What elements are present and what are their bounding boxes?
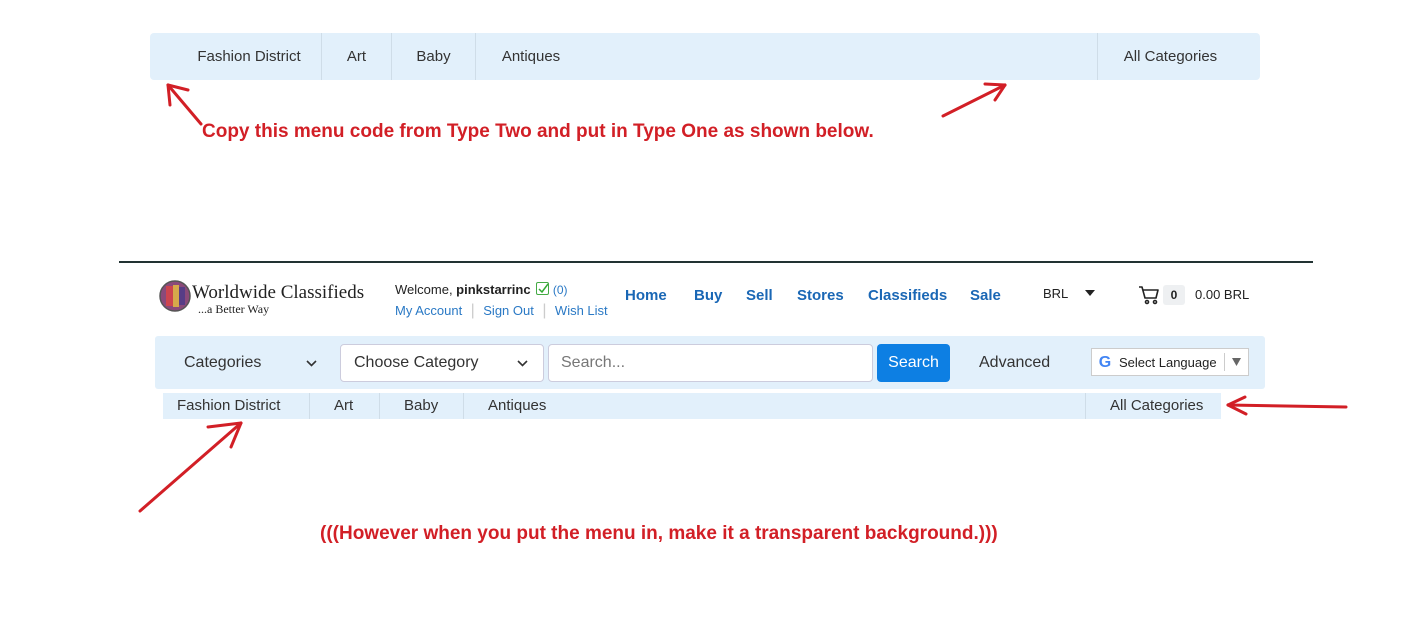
divider (463, 393, 464, 419)
message-count[interactable]: (0) (553, 283, 568, 297)
search-bar: Categories Choose Category Search... Sea… (155, 336, 1265, 389)
annotation-note-top: Copy this menu code from Type Two and pu… (202, 121, 874, 142)
nav-buy[interactable]: Buy (694, 287, 722, 304)
currency-select[interactable]: BRL (1043, 286, 1096, 301)
nav-sale[interactable]: Sale (970, 287, 1001, 304)
divider (1224, 353, 1225, 371)
my-account-link[interactable]: My Account (395, 303, 462, 318)
nav-sell[interactable]: Sell (746, 287, 773, 304)
check-icon (536, 282, 550, 295)
welcome-line: Welcome, pinkstarrinc (0) (395, 281, 568, 297)
top-menu-item-all-categories[interactable]: All Categories (1098, 33, 1243, 80)
nav-home[interactable]: Home (625, 287, 667, 304)
google-icon: G (1098, 354, 1112, 371)
top-menu-item-baby[interactable]: Baby (392, 33, 475, 80)
annotation-arrow-icon (138, 421, 243, 513)
logo-title[interactable]: Worldwide Classifieds (192, 282, 364, 304)
menu-item-art[interactable]: Art (334, 393, 353, 419)
language-label: Select Language (1119, 355, 1217, 370)
menu-item-antiques[interactable]: Antiques (488, 393, 546, 419)
search-button[interactable]: Search (877, 344, 950, 382)
search-placeholder: Search... (561, 354, 626, 371)
divider (379, 393, 380, 419)
annotation-arrow-icon (941, 82, 1007, 118)
menu-item-all-categories[interactable]: All Categories (1110, 393, 1203, 419)
username[interactable]: pinkstarrinc (456, 282, 530, 297)
search-input[interactable]: Search... (548, 344, 873, 382)
link-separator: | (542, 302, 547, 319)
annotation-arrow-icon (1226, 395, 1348, 416)
link-separator: | (470, 302, 475, 319)
section-divider (119, 261, 1313, 263)
menu-item-baby[interactable]: Baby (404, 393, 438, 419)
top-menu-item-art[interactable]: Art (322, 33, 391, 80)
choose-category-label: Choose Category (354, 354, 479, 371)
cart-count-badge: 0 (1163, 285, 1185, 305)
inserted-category-menu: Fashion District Art Baby Antiques All C… (163, 393, 1221, 419)
welcome-text: Welcome, (395, 282, 457, 297)
cart-total: 0.00 BRL (1195, 287, 1250, 302)
logo-globe-icon[interactable] (158, 279, 192, 313)
account-links: My Account | Sign Out | Wish List (395, 302, 608, 320)
currency-label: BRL (1043, 286, 1068, 301)
divider (1085, 393, 1086, 419)
caret-down-icon (1085, 290, 1096, 296)
logo-tagline: ...a Better Way (198, 302, 270, 316)
language-select[interactable]: G Select Language (1091, 348, 1249, 376)
nav-classifieds[interactable]: Classifieds (868, 287, 947, 304)
categories-label: Categories (184, 354, 262, 371)
nav-stores[interactable]: Stores (797, 287, 844, 304)
advanced-search-link[interactable]: Advanced (979, 336, 1050, 389)
chevron-down-icon (517, 360, 528, 367)
annotation-note-bottom: (((However when you put the menu in, mak… (320, 523, 998, 544)
sign-out-link[interactable]: Sign Out (483, 303, 534, 318)
chevron-down-icon (306, 360, 317, 367)
top-menu-item-antiques[interactable]: Antiques (476, 33, 586, 80)
wish-list-link[interactable]: Wish List (555, 303, 608, 318)
cart-icon[interactable] (1138, 285, 1160, 305)
caret-down-icon (1232, 358, 1241, 366)
top-menu-item-fashion-district[interactable]: Fashion District (176, 33, 322, 80)
divider (309, 393, 310, 419)
top-category-menu: Fashion District Art Baby Antiques All C… (150, 33, 1260, 80)
categories-dropdown[interactable]: Categories (184, 336, 317, 389)
choose-category-select[interactable]: Choose Category (340, 344, 544, 382)
